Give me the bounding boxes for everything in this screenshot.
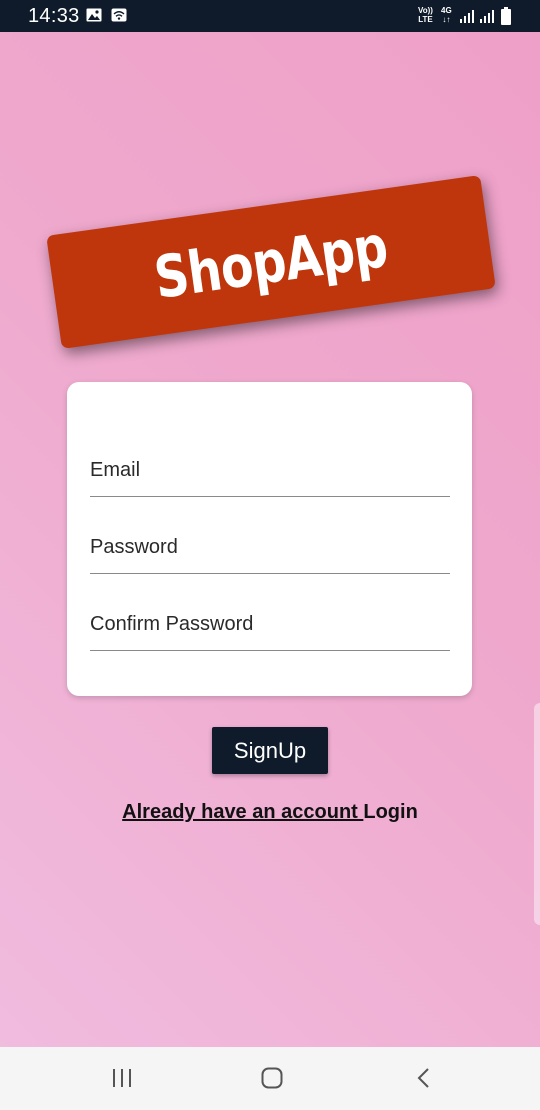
- navigation-bar: [0, 1047, 540, 1110]
- signal-icon: [480, 10, 494, 23]
- login-link[interactable]: Already have an account Login: [0, 801, 540, 824]
- signup-button[interactable]: SignUp: [212, 727, 328, 774]
- lte-label: LTE: [418, 15, 433, 24]
- battery-icon: [501, 7, 511, 25]
- confirm-password-field[interactable]: Confirm Password: [90, 610, 450, 651]
- wifi-icon: [111, 8, 127, 22]
- status-bar: 14:33 Vo)) LTE 4G ↓↑: [0, 0, 540, 32]
- volte-label: Vo)): [418, 6, 433, 15]
- logo-banner: ShopApp: [46, 175, 496, 349]
- status-time: 14:33: [28, 5, 80, 27]
- login-link-action[interactable]: Login: [363, 801, 417, 823]
- password-label: Password: [90, 536, 178, 558]
- signal-icon: [460, 10, 474, 23]
- home-icon[interactable]: [260, 1067, 284, 1089]
- app-logo-text: ShopApp: [150, 212, 392, 312]
- network-type-label: 4G: [441, 6, 452, 15]
- edge-panel-handle[interactable]: [534, 703, 540, 925]
- gallery-icon: [86, 8, 102, 22]
- email-label: Email: [90, 459, 141, 481]
- recents-icon[interactable]: [110, 1067, 134, 1089]
- data-activity-arrows: ↓↑: [442, 15, 451, 24]
- email-field[interactable]: Email: [90, 456, 450, 497]
- login-link-prefix[interactable]: Already have an account: [122, 801, 363, 823]
- network-indicator: 4G ↓↑: [441, 6, 452, 24]
- volte-indicator: Vo)) LTE: [418, 6, 433, 24]
- back-icon[interactable]: [414, 1067, 434, 1089]
- password-field[interactable]: Password: [90, 533, 450, 574]
- confirm-password-label: Confirm Password: [90, 613, 254, 635]
